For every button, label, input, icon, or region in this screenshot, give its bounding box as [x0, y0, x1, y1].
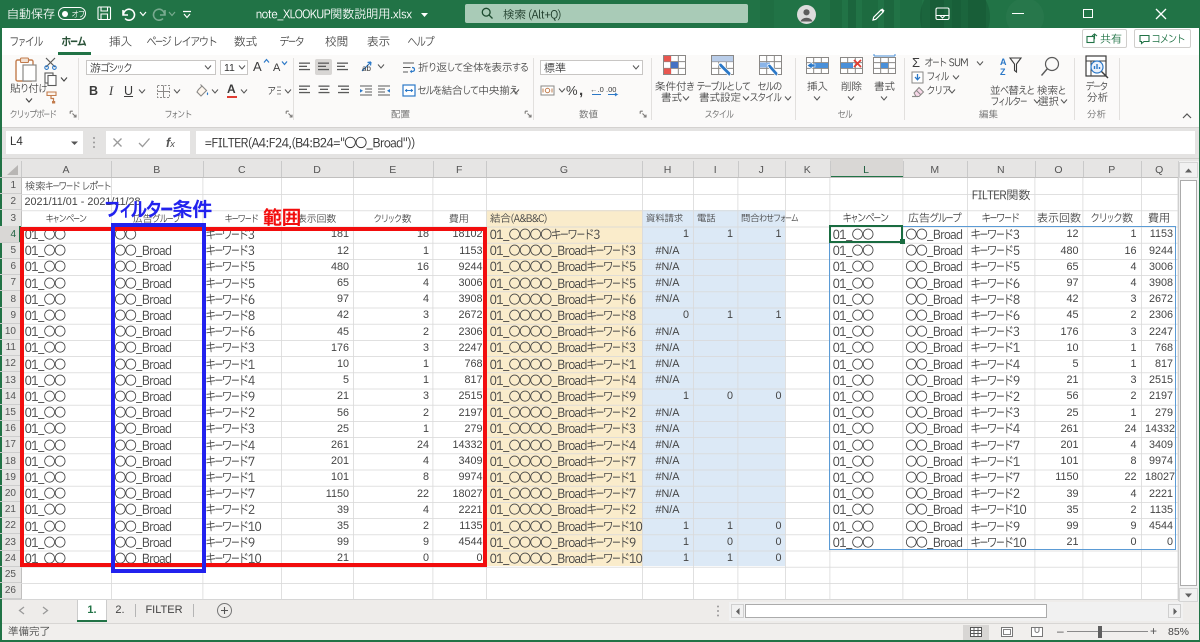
svg-text:ab: ab — [362, 64, 371, 73]
svg-text:.00: .00 — [606, 85, 616, 94]
svg-text:←.0: ←.0 — [590, 85, 604, 94]
svg-text:A: A — [1000, 57, 1007, 67]
svg-text:Z: Z — [1000, 67, 1006, 77]
